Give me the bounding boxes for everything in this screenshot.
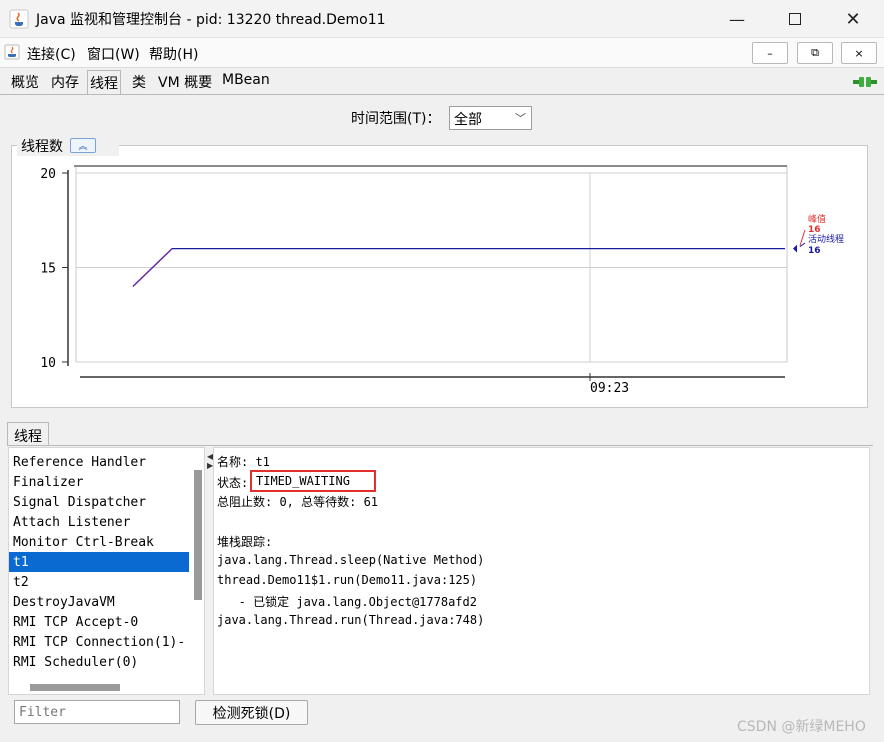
tab-underline <box>0 94 884 95</box>
close-icon: ✕ <box>845 8 861 30</box>
tab-threads[interactable]: 线程 <box>87 70 121 95</box>
stack-frame: thread.Demo11$1.run(Demo11.java:125) <box>217 573 478 587</box>
detect-deadlock-button[interactable]: 检测死锁(D) <box>195 700 308 725</box>
menu-window[interactable]: 窗口(W) <box>87 44 140 64</box>
mdi-close-button[interactable]: × <box>841 42 877 64</box>
stack-frame: - 已锁定 java.lang.Object@1778afd2 <box>217 595 477 609</box>
thread-list-item[interactable]: RMI Scheduler(0) <box>9 652 189 672</box>
thread-list-item[interactable]: Finalizer <box>9 472 189 492</box>
connection-plug-icon[interactable] <box>853 74 877 90</box>
close-button[interactable]: ✕ <box>824 0 882 38</box>
watermark: CSDN @新绿MEHO <box>737 719 866 735</box>
threads-tab-underline <box>7 445 873 446</box>
tab-vm-summary[interactable]: VM 概要 <box>156 72 214 94</box>
title-bar: Java 监视和管理控制台 - pid: 13220 thread.Demo11… <box>0 0 884 38</box>
thread-count-panel <box>11 145 868 408</box>
thread-list-item[interactable]: Signal Dispatcher <box>9 492 189 512</box>
mdi-restore-button[interactable]: ⧉ <box>797 42 833 64</box>
thread-list-item[interactable]: t1 <box>9 552 189 572</box>
thread-list[interactable]: Reference Handler Finalizer Signal Dispatc… <box>8 447 205 695</box>
thread-state-label: 状态: <box>217 476 249 490</box>
time-range-select[interactable]: 全部 ﹀ <box>449 106 532 130</box>
tab-memory[interactable]: 内存 <box>49 72 81 94</box>
minimize-button[interactable]: — <box>708 0 766 38</box>
threads-section-tab[interactable]: 线程 <box>7 422 49 446</box>
minimize-icon: — <box>729 9 745 29</box>
thread-list-item[interactable]: RMI TCP Accept-0 <box>9 612 189 632</box>
double-chevron-up-icon: ︽ <box>78 142 88 152</box>
maximize-button[interactable] <box>766 0 824 38</box>
window-title: Java 监视和管理控制台 - pid: 13220 thread.Demo11 <box>36 12 386 28</box>
thread-list-item[interactable]: DestroyJavaVM <box>9 592 189 612</box>
time-range-label: 时间范围(T)： <box>351 111 441 127</box>
maximize-icon <box>789 13 801 25</box>
thread-list-vertical-scrollbar[interactable] <box>194 470 202 600</box>
thread-list-item[interactable]: t2 <box>9 572 189 592</box>
state-highlight-box <box>250 470 376 492</box>
thread-name-line: 名称: t1 <box>217 455 270 469</box>
tab-classes[interactable]: 类 <box>130 72 148 94</box>
tab-mbean[interactable]: MBean <box>220 72 272 94</box>
thread-list-item[interactable]: Attach Listener <box>9 512 189 532</box>
menu-help[interactable]: 帮助(H) <box>149 44 198 64</box>
thread-list-horizontal-scrollbar[interactable] <box>30 684 120 691</box>
thread-filter-input[interactable] <box>14 700 180 724</box>
thread-list-item[interactable]: RMI TCP Connection(1)- <box>9 632 189 652</box>
thread-list-item[interactable]: Reference Handler <box>9 452 189 472</box>
chevron-down-icon: ﹀ <box>515 112 526 125</box>
panel-title: 线程数 <box>21 139 63 155</box>
collapse-button[interactable]: ︽ <box>70 138 96 153</box>
java-icon <box>9 9 29 29</box>
menu-connect[interactable]: 连接(C) <box>27 44 76 64</box>
stack-frame: java.lang.Thread.sleep(Native Method) <box>217 553 485 567</box>
stack-frame: java.lang.Thread.run(Thread.java:748) <box>217 613 485 627</box>
thread-blocked-counts: 总阻止数: 0, 总等待数: 61 <box>217 495 379 509</box>
stack-trace-label: 堆栈跟踪: <box>217 535 273 549</box>
tab-overview[interactable]: 概览 <box>9 72 41 94</box>
app-menu-icon[interactable] <box>4 44 20 60</box>
main-tabs: 概览 内存 线程 类 VM 概要 MBean <box>0 69 884 95</box>
mdi-minimize-button[interactable]: – <box>752 42 788 64</box>
thread-list-item[interactable]: Monitor Ctrl-Break <box>9 532 189 552</box>
time-range-value: 全部 <box>454 112 482 128</box>
